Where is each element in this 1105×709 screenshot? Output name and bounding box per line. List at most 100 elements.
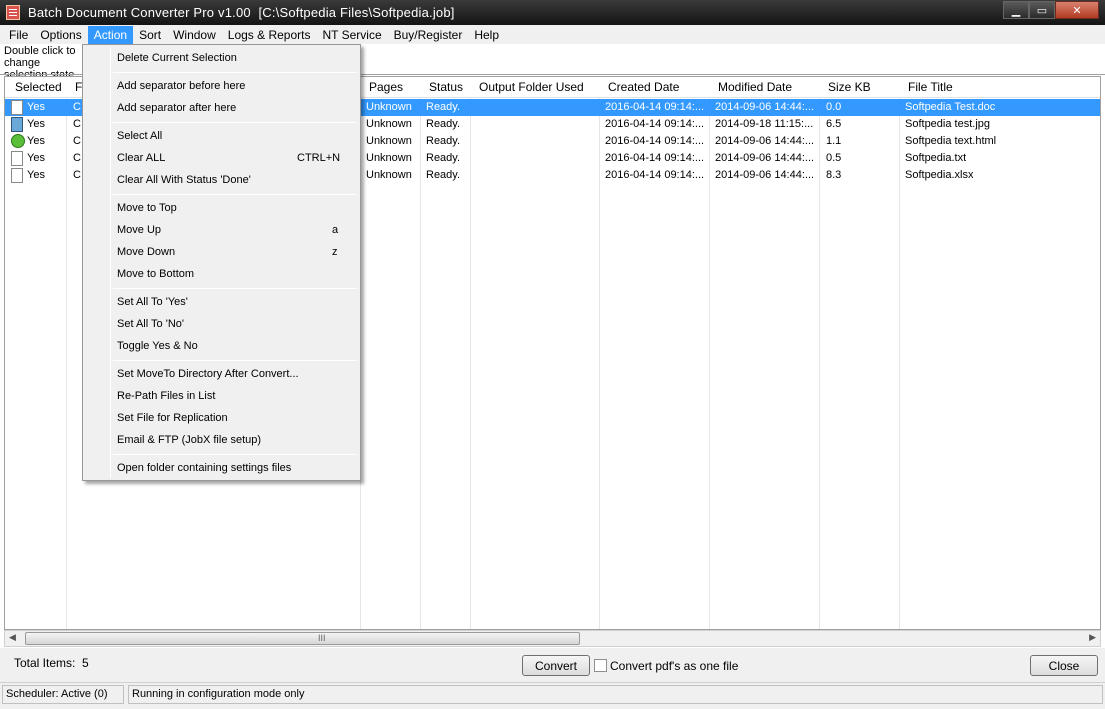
title-bar: Batch Document Converter Pro v1.00 [C:\S… xyxy=(0,0,1105,25)
cell-pages: Unknown xyxy=(366,135,412,147)
menu-item-toggle-yes-no[interactable]: Toggle Yes & No xyxy=(117,340,198,352)
cell-status: Ready. xyxy=(426,118,461,130)
scheduler-status: Scheduler: Active (0) xyxy=(2,685,124,704)
menu-item-email-ftp[interactable]: Email & FTP (JobX file setup) xyxy=(117,434,261,446)
cell-size: 8.3 xyxy=(826,169,842,181)
cell-title: Softpedia Test.doc xyxy=(905,101,996,113)
menu-item-set-moveto-directory[interactable]: Set MoveTo Directory After Convert... xyxy=(117,368,299,380)
cell-title: Softpedia text.html xyxy=(905,135,997,147)
mode-status: Running in configuration mode only xyxy=(128,685,1103,704)
sheet-icon xyxy=(11,168,23,183)
menu-item-set-all-yes[interactable]: Set All To 'Yes' xyxy=(117,296,188,308)
doc-icon xyxy=(11,100,23,115)
menu-separator xyxy=(113,194,357,195)
cell-selected: Yes xyxy=(27,135,45,147)
menu-item-delete-selection[interactable]: Delete Current Selection xyxy=(117,52,237,64)
status-bar: Scheduler: Active (0) Running in configu… xyxy=(0,682,1105,709)
cell-modified: 2014-09-06 14:44:... xyxy=(715,135,815,147)
shortcut-move-up: a xyxy=(332,224,339,236)
menu-options[interactable]: Options xyxy=(34,26,87,44)
cell-selected: Yes xyxy=(27,101,45,113)
close-button[interactable]: Close xyxy=(1030,655,1098,676)
menu-item-move-to-top[interactable]: Move to Top xyxy=(117,202,177,214)
column-header-modified-date[interactable]: Modified Date xyxy=(718,80,792,94)
menu-nt-service[interactable]: NT Service xyxy=(316,26,387,44)
menu-item-set-file-replication[interactable]: Set File for Replication xyxy=(117,412,228,424)
cell-status: Ready. xyxy=(426,169,461,181)
column-header-selected[interactable]: Selected xyxy=(15,80,62,94)
menu-separator xyxy=(113,360,357,361)
menu-item-add-separator-after[interactable]: Add separator after here xyxy=(117,102,236,114)
cell-size: 6.5 xyxy=(826,118,842,130)
menu-item-move-to-bottom[interactable]: Move to Bottom xyxy=(117,268,194,280)
cell-modified: 2014-09-06 14:44:... xyxy=(715,169,815,181)
cell-created: 2016-04-14 09:14:... xyxy=(605,152,705,164)
cell-title: Softpedia.txt xyxy=(905,152,967,164)
cell-pages: Unknown xyxy=(366,118,412,130)
menu-separator xyxy=(113,72,357,73)
menu-window[interactable]: Window xyxy=(167,26,222,44)
close-window-button[interactable]: ✕ xyxy=(1055,1,1099,19)
menu-file[interactable]: File xyxy=(3,26,34,44)
cell-modified: 2014-09-06 14:44:... xyxy=(715,152,815,164)
menu-separator xyxy=(113,122,357,123)
scrollbar-grip: III xyxy=(318,633,326,643)
column-header-size[interactable]: Size KB xyxy=(828,80,871,94)
shortcut-move-down: z xyxy=(332,246,338,258)
window-title: Batch Document Converter Pro v1.00 [C:\S… xyxy=(28,5,455,20)
cell-created: 2016-04-14 09:14:... xyxy=(605,169,705,181)
column-header-created-date[interactable]: Created Date xyxy=(608,80,679,94)
menu-buy-register[interactable]: Buy/Register xyxy=(388,26,469,44)
total-items-value: 5 xyxy=(82,656,89,670)
menu-separator xyxy=(113,288,357,289)
cell-size: 0.0 xyxy=(826,101,842,113)
column-header-pages[interactable]: Pages xyxy=(369,80,403,94)
action-menu-dropdown: Delete Current Selection Add separator b… xyxy=(82,44,361,481)
column-header-output-folder[interactable]: Output Folder Used xyxy=(479,80,584,94)
total-items: Total Items: 5 xyxy=(14,656,89,670)
app-icon xyxy=(6,5,20,20)
cell-size: 1.1 xyxy=(826,135,842,147)
column-header-status[interactable]: Status xyxy=(429,80,463,94)
scroll-left-icon[interactable]: ◀ xyxy=(9,632,16,643)
menu-separator xyxy=(113,454,357,455)
menu-help[interactable]: Help xyxy=(468,26,505,44)
menu-action[interactable]: Action xyxy=(87,25,134,44)
total-items-label: Total Items: xyxy=(14,656,76,670)
column-header-file-title[interactable]: File Title xyxy=(908,80,953,94)
cell-created: 2016-04-14 09:14:... xyxy=(605,118,705,130)
scrollbar-thumb[interactable]: III xyxy=(25,632,580,645)
cell-created: 2016-04-14 09:14:... xyxy=(605,135,705,147)
menu-item-move-down[interactable]: Move Down xyxy=(117,246,175,258)
cell-selected: Yes xyxy=(27,118,45,130)
minimize-button[interactable]: ▁ xyxy=(1003,1,1029,19)
menu-gutter xyxy=(110,47,111,478)
cell-title: Softpedia test.jpg xyxy=(905,118,991,130)
cell-pages: Unknown xyxy=(366,169,412,181)
cell-status: Ready. xyxy=(426,135,461,147)
cell-selected: Yes xyxy=(27,169,45,181)
maximize-button[interactable]: ▭ xyxy=(1029,1,1055,19)
cell-status: Ready. xyxy=(426,152,461,164)
menu-sort[interactable]: Sort xyxy=(133,26,167,44)
cell-size: 0.5 xyxy=(826,152,842,164)
menu-item-repath-files[interactable]: Re-Path Files in List xyxy=(117,390,215,402)
menu-item-set-all-no[interactable]: Set All To 'No' xyxy=(117,318,184,330)
convert-button[interactable]: Convert xyxy=(522,655,590,676)
cell-status: Ready. xyxy=(426,101,461,113)
menu-item-open-settings-folder[interactable]: Open folder containing settings files xyxy=(117,462,291,474)
menu-item-clear-done[interactable]: Clear All With Status 'Done' xyxy=(117,174,251,186)
bottom-bar: Total Items: 5 Convert Convert pdf's as … xyxy=(0,648,1105,682)
cell-modified: 2014-09-18 11:15:... xyxy=(715,118,814,130)
convert-pdf-checkbox[interactable] xyxy=(594,659,607,672)
cell-pages: Unknown xyxy=(366,152,412,164)
menu-item-move-up[interactable]: Move Up xyxy=(117,224,161,236)
menu-item-add-separator-before[interactable]: Add separator before here xyxy=(117,80,245,92)
menu-logs-reports[interactable]: Logs & Reports xyxy=(222,26,317,44)
horizontal-scrollbar[interactable]: ◀ III ▶ xyxy=(4,630,1101,647)
menu-item-select-all[interactable]: Select All xyxy=(117,130,162,142)
scroll-right-icon[interactable]: ▶ xyxy=(1089,632,1096,643)
menu-item-clear-all[interactable]: Clear ALL xyxy=(117,152,165,164)
cell-pages: Unknown xyxy=(366,101,412,113)
cell-title: Softpedia.xlsx xyxy=(905,169,974,181)
